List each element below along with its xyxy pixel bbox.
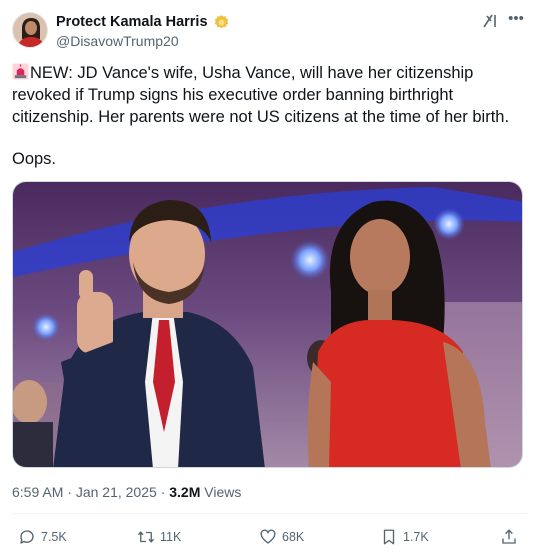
like-button[interactable]: 68K — [259, 527, 304, 547]
post-text-body: NEW: JD Vance's wife, Usha Vance, will h… — [12, 64, 510, 126]
meta-separator: · — [67, 484, 72, 500]
post-text-oops: Oops. — [12, 150, 57, 168]
rotating-light-icon — [12, 63, 29, 80]
repost-count: 11K — [160, 530, 182, 544]
divider — [12, 513, 527, 514]
more-icon[interactable]: ••• — [506, 10, 526, 28]
author-handle[interactable]: @DisavowTrump20 — [56, 32, 179, 50]
bookmark-icon — [383, 529, 395, 545]
share-icon — [502, 529, 516, 544]
like-count: 68K — [282, 530, 305, 544]
meta-separator: · — [160, 484, 166, 500]
post-text: NEW: JD Vance's wife, Usha Vance, will h… — [12, 62, 530, 128]
tweet: Protect Kamala Harris @DisavowTrump20 ••… — [0, 0, 539, 556]
bookmark-button[interactable]: 1.7K — [380, 527, 429, 547]
heart-icon — [260, 529, 276, 544]
reply-icon — [20, 530, 34, 544]
views-label: Views — [204, 484, 242, 500]
reply-count: 7.5K — [41, 530, 67, 544]
bookmark-count: 1.7K — [403, 530, 429, 544]
grok-icon[interactable] — [482, 13, 498, 29]
display-name[interactable]: Protect Kamala Harris — [56, 13, 230, 31]
repost-icon — [137, 531, 155, 543]
repost-button[interactable]: 11K — [137, 527, 181, 547]
display-name-text[interactable]: Protect Kamala Harris — [56, 13, 208, 31]
post-time[interactable]: 6:59 AM — [12, 484, 63, 500]
views-count: 3.2M — [169, 484, 201, 500]
post-date[interactable]: Jan 21, 2025 — [76, 484, 157, 500]
post-meta: 6:59 AM · Jan 21, 2025 · 3.2M Views — [12, 483, 241, 501]
gold-badge-icon — [214, 14, 228, 28]
avatar[interactable] — [12, 12, 48, 48]
post-photo[interactable] — [12, 181, 523, 468]
share-button[interactable] — [500, 527, 518, 547]
reply-button[interactable]: 7.5K — [18, 527, 67, 547]
